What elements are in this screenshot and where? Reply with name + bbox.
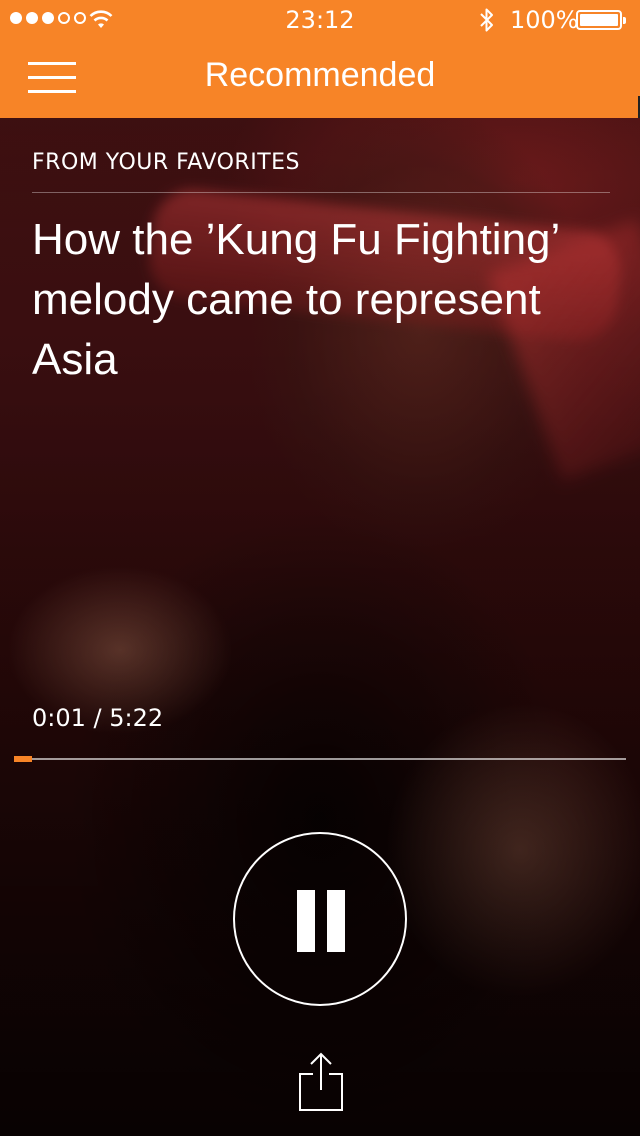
status-bar: 23:12 100% — [0, 0, 640, 40]
battery-fill — [580, 14, 618, 26]
playback-time: 0:01 / 5:22 — [32, 704, 163, 732]
bluetooth-icon — [480, 8, 493, 32]
pause-icon — [327, 890, 345, 952]
battery-percent: 100% — [510, 6, 579, 34]
navigation-bar: Recommended — [0, 40, 640, 118]
pause-icon — [297, 890, 315, 952]
section-label: FROM YOUR FAVORITES — [32, 150, 300, 175]
section-divider — [32, 192, 610, 193]
story-title[interactable]: How the ’Kung Fu Fighting’ melody came t… — [32, 210, 612, 390]
pause-button[interactable] — [233, 832, 407, 1006]
progress-fill — [14, 756, 32, 762]
time-separator: / — [93, 704, 102, 732]
app-screen: 23:12 100% Recommended FROM YOUR FAVORIT… — [0, 0, 640, 1136]
battery-icon — [576, 10, 626, 30]
page-title: Recommended — [204, 56, 436, 94]
progress-scrubber[interactable] — [14, 756, 626, 762]
elapsed-time: 0:01 — [32, 704, 86, 732]
total-duration: 5:22 — [109, 704, 164, 732]
share-icon[interactable] — [296, 1050, 346, 1114]
